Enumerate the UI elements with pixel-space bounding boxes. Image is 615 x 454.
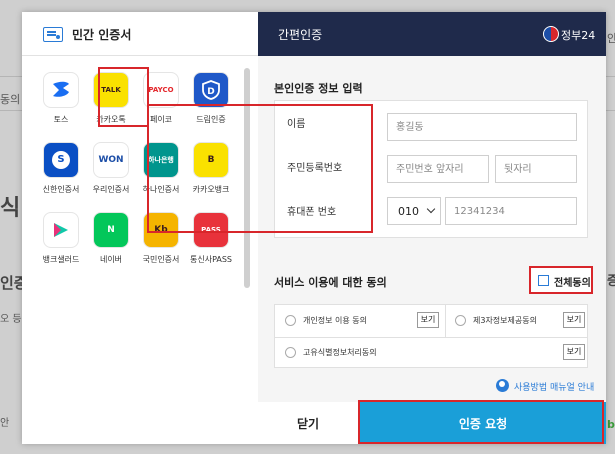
consent-item-unique-id[interactable]: 고유식별정보처리동의 보기 — [275, 339, 589, 367]
pass-glyph: PASS — [201, 226, 221, 234]
simple-auth-panel: 간편인증 정부24 본인인증 정보 입력 이름 주민등록번호 휴대폰 번호 01… — [258, 12, 606, 444]
cert-app-kb[interactable]: Kb 국민인증서 — [136, 210, 186, 272]
cert-app-kakaotalk[interactable]: TALK 카카오톡 — [86, 70, 136, 132]
phone-label: 휴대폰 번호 — [287, 207, 337, 218]
agree-all-checkbox[interactable]: 전체동의 — [529, 266, 593, 294]
naver-icon: N — [93, 212, 129, 248]
request-auth-button[interactable]: 인증 요청 — [360, 402, 606, 444]
consent-radio[interactable] — [455, 315, 466, 326]
kb-glyph: Kb — [154, 225, 168, 235]
bg-text: b — [607, 418, 615, 431]
consent-radio[interactable] — [285, 315, 296, 326]
cert-app-banksalad[interactable]: 뱅크샐러드 — [36, 210, 86, 272]
bg-text: 안 — [607, 32, 615, 45]
payco-glyph: PAYCO — [148, 86, 174, 94]
cert-app-label: 카카오뱅크 — [192, 185, 230, 194]
kakaobank-glyph: B — [207, 155, 215, 165]
private-cert-panel: 민간 인증서 토스 TALK 카카오톡 PAYCO 페이코 D 드림인증 S 신한인증서 WON 우… — [22, 12, 258, 444]
phone-row: 휴대폰 번호 010 — [275, 189, 587, 233]
bg-text: 동의 — [0, 93, 21, 106]
identity-form: 이름 주민등록번호 휴대폰 번호 010 — [274, 100, 588, 238]
bg-text: 식 — [0, 196, 21, 221]
manual-link[interactable]: 사용방법 매뉴얼 안내 — [514, 380, 594, 393]
kakaotalk-glyph: TALK — [101, 86, 121, 94]
woori-icon: WON — [93, 142, 129, 178]
consent-radio[interactable] — [285, 347, 296, 358]
rrn-back-input[interactable] — [495, 155, 577, 183]
rrn-label: 주민등록번호 — [287, 163, 343, 174]
shinhan-icon: S — [43, 142, 79, 178]
name-row: 이름 — [275, 101, 587, 145]
kb-icon: Kb — [143, 212, 179, 248]
identity-section-title: 본인인증 정보 입력 — [274, 82, 363, 95]
name-label: 이름 — [287, 119, 306, 130]
rrn-front-input[interactable] — [387, 155, 489, 183]
cert-app-kakaobank[interactable]: B 카카오뱅크 — [186, 140, 236, 202]
cert-app-woori[interactable]: WON 우리인증서 — [86, 140, 136, 202]
close-button[interactable]: 닫기 — [258, 402, 358, 444]
simple-auth-header: 간편인증 정부24 — [258, 12, 606, 56]
woori-glyph: WON — [98, 155, 124, 165]
banksalad-icon — [43, 212, 79, 248]
svg-text:D: D — [207, 87, 214, 97]
private-cert-title: 민간 인증서 — [72, 28, 132, 42]
view-unique-id-button[interactable]: 보기 — [563, 344, 585, 360]
chevron-down-icon — [426, 204, 436, 214]
kakaotalk-icon: TALK — [93, 72, 129, 108]
gov24-label: 정부24 — [561, 29, 596, 42]
consent-item-third-party[interactable]: 제3자정보제공동의 보기 — [445, 307, 589, 335]
consent-section-title: 서비스 이용에 대한 동의 — [274, 276, 387, 289]
cert-app-toss[interactable]: 토스 — [36, 70, 86, 132]
scrollbar-thumb[interactable] — [244, 68, 250, 288]
consent-label: 제3자정보제공동의 — [473, 316, 537, 325]
simple-auth-title: 간편인증 — [278, 28, 323, 42]
cert-app-naver[interactable]: N 네이버 — [86, 210, 136, 272]
kakaobank-icon: B — [193, 142, 229, 178]
cert-app-label: 드림인증 — [196, 115, 226, 124]
hana-icon: 하나은행 — [143, 142, 179, 178]
cert-app-pass[interactable]: PASS 통신사PASS — [186, 210, 236, 272]
pass-icon: PASS — [193, 212, 229, 248]
cert-app-shinhan[interactable]: S 신한인증서 — [36, 140, 86, 202]
payco-icon: PAYCO — [143, 72, 179, 108]
rrn-row: 주민등록번호 — [275, 145, 587, 189]
phone-input[interactable] — [445, 197, 577, 225]
agree-all-label: 전체동의 — [554, 278, 591, 289]
consent-label: 개인정보 이용 동의 — [303, 316, 367, 325]
cert-app-hana[interactable]: 하나은행 하나인증서 — [136, 140, 186, 202]
bg-text: 증 — [607, 274, 615, 289]
user-icon — [496, 379, 509, 392]
consent-item-privacy[interactable]: 개인정보 이용 동의 보기 — [275, 307, 445, 335]
bg-text: 안 — [0, 418, 10, 429]
hana-glyph: 하나은행 — [148, 156, 174, 164]
certificate-icon — [43, 27, 63, 42]
cert-app-label: 통신사PASS — [189, 255, 233, 264]
bg-text: 오 등 — [0, 314, 22, 325]
toss-icon — [43, 72, 79, 108]
naver-glyph: N — [107, 225, 115, 235]
carrier-value: 010 — [398, 204, 419, 218]
auth-modal: 민간 인증서 토스 TALK 카카오톡 PAYCO 페이코 D 드림인증 S 신한인증서 WON 우… — [22, 12, 606, 444]
cert-app-dream[interactable]: D 드림인증 — [186, 70, 236, 132]
carrier-select[interactable]: 010 — [387, 197, 441, 225]
view-privacy-button[interactable]: 보기 — [417, 312, 439, 328]
private-cert-header: 민간 인증서 — [22, 12, 258, 56]
taegeuk-icon — [543, 26, 559, 42]
cert-app-payco[interactable]: PAYCO 페이코 — [136, 70, 186, 132]
consent-box: 개인정보 이용 동의 보기 제3자정보제공동의 보기 고유식별정보처리동의 보기 — [274, 304, 588, 368]
dream-icon: D — [193, 72, 229, 108]
view-third-party-button[interactable]: 보기 — [563, 312, 585, 328]
name-input[interactable] — [387, 113, 577, 141]
consent-label: 고유식별정보처리동의 — [303, 348, 377, 357]
checkbox-box[interactable] — [538, 275, 549, 286]
